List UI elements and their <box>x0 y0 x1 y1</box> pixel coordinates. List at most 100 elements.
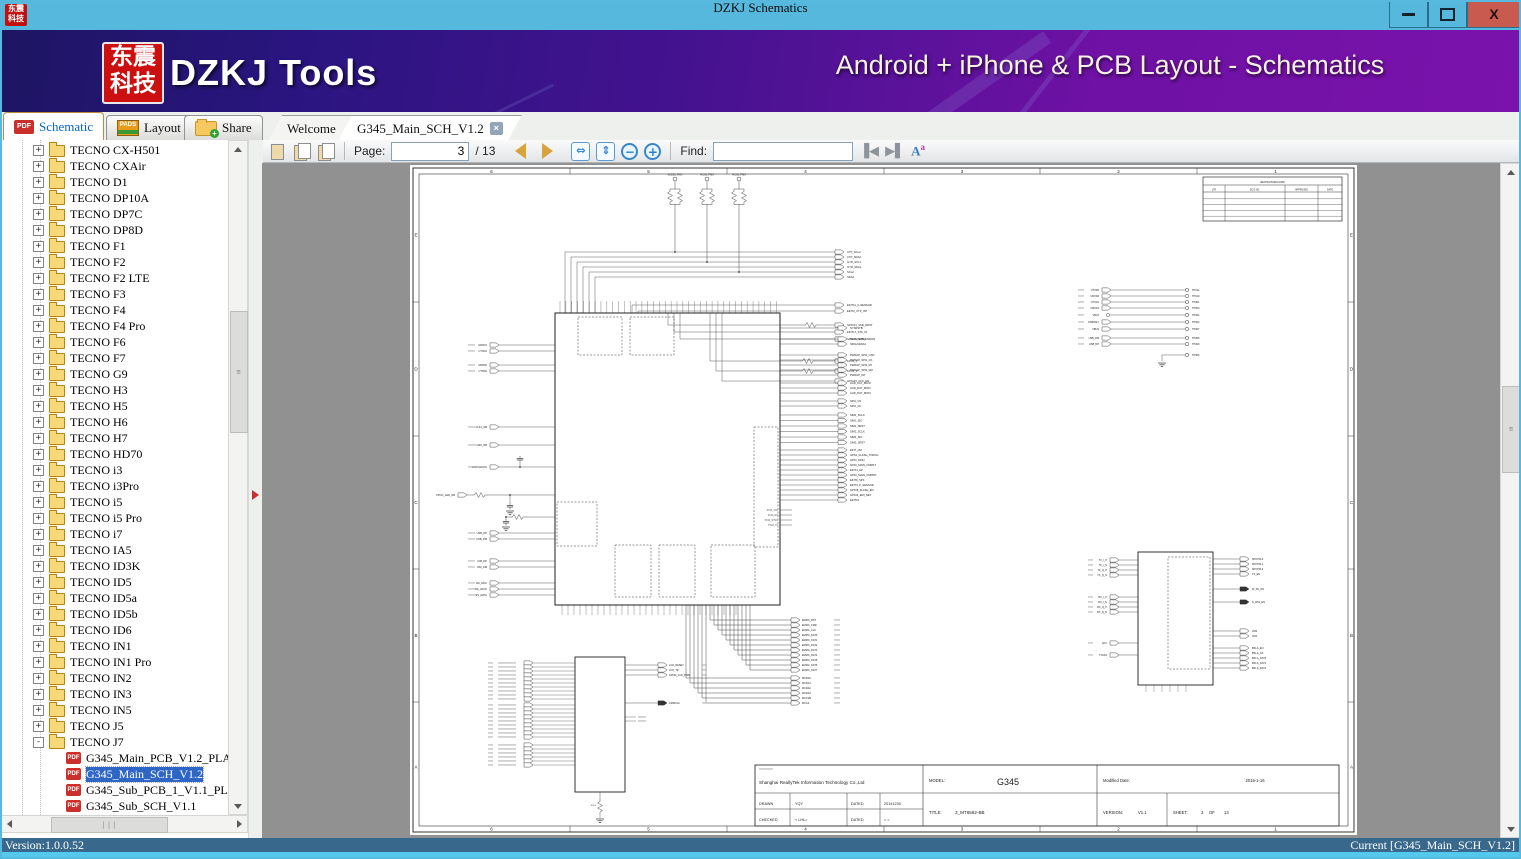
scroll-up-arrow[interactable] <box>229 141 247 157</box>
find-previous-icon[interactable]: ▐◀ <box>859 144 879 159</box>
tree-item-folder[interactable]: + TECNO DP7C <box>0 206 142 222</box>
tree-item-folder[interactable]: + TECNO F6 <box>0 334 126 350</box>
scroll-right-arrow[interactable] <box>231 816 247 832</box>
expand-icon[interactable]: + <box>33 320 44 332</box>
tree-item-folder[interactable]: + TECNO ID3K <box>0 558 140 574</box>
collapse-sidebar-icon[interactable] <box>252 490 259 500</box>
expand-icon[interactable]: + <box>33 384 44 396</box>
expand-icon[interactable]: + <box>33 256 44 268</box>
tree-item-folder[interactable]: + TECNO H7 <box>0 430 128 446</box>
tree-item-folder[interactable]: + TECNO F4 Pro <box>0 318 145 334</box>
tab-layout[interactable]: PADS Layout <box>106 115 192 140</box>
expand-icon[interactable]: + <box>33 224 44 236</box>
expand-icon[interactable]: + <box>33 496 44 508</box>
tree-item-folder[interactable]: + TECNO ID5b <box>0 606 138 622</box>
scrollbar-thumb[interactable]: ≡ <box>230 311 248 433</box>
scroll-down-arrow[interactable] <box>229 798 247 814</box>
expand-icon[interactable]: + <box>33 656 44 668</box>
expand-icon[interactable]: + <box>33 336 44 348</box>
expand-icon[interactable]: + <box>33 672 44 684</box>
copy-page-icon[interactable] <box>269 143 287 160</box>
page-number-input[interactable] <box>391 141 470 161</box>
close-button[interactable]: X <box>1467 0 1521 28</box>
scrollbar-thumb[interactable]: ||| <box>51 817 168 833</box>
tree-item-folder[interactable]: + TECNO i5 Pro <box>0 510 142 526</box>
find-input[interactable] <box>713 141 854 161</box>
tree-item-folder[interactable]: + TECNO IN1 Pro <box>0 654 151 670</box>
scroll-down-arrow[interactable] <box>1501 821 1520 837</box>
expand-icon[interactable]: + <box>33 144 44 156</box>
tree-item-folder[interactable]: + TECNO IN5 <box>0 702 132 718</box>
schematic-viewer[interactable]: 6 6 5 5 4 4 3 3 2 2 1 1 E E D D C C B B A A REVISION RECORD LTR… <box>262 163 1521 838</box>
expand-icon[interactable]: + <box>33 624 44 636</box>
tree-item-file[interactable]: PDF G345_Sub_SCH_V1.1 <box>0 798 196 814</box>
tree-item-folder[interactable]: + TECNO i7 <box>0 526 122 542</box>
expand-icon[interactable]: + <box>33 304 44 316</box>
expand-icon[interactable]: + <box>33 448 44 460</box>
expand-icon[interactable]: + <box>33 432 44 444</box>
expand-icon[interactable]: + <box>33 544 44 556</box>
tree-item-folder[interactable]: + TECNO D1 <box>0 174 128 190</box>
expand-icon[interactable]: + <box>33 704 44 716</box>
tree-item-folder[interactable]: + TECNO IN1 <box>0 638 132 654</box>
expand-icon[interactable]: + <box>33 640 44 652</box>
expand-icon[interactable]: + <box>33 560 44 572</box>
tree-item-file[interactable]: PDF G345_Main_PCB_V1.2_PLACEM <box>0 750 228 766</box>
fit-page-button[interactable]: ⇕ <box>596 141 616 161</box>
expand-icon[interactable]: + <box>33 368 44 380</box>
zoom-in-button[interactable]: + <box>644 142 662 160</box>
tree-item-folder[interactable]: + TECNO F4 <box>0 302 126 318</box>
fit-width-button[interactable]: ⇔ <box>571 141 591 161</box>
collapse-icon[interactable]: - <box>33 736 44 748</box>
tree-item-folder[interactable]: + TECNO i5 <box>0 494 122 510</box>
tree-item-folder[interactable]: + TECNO H3 <box>0 382 128 398</box>
close-doc-tab-button[interactable]: × <box>490 122 503 135</box>
tree-horizontal-scrollbar[interactable]: ||| <box>0 815 248 833</box>
tree-item-folder[interactable]: + TECNO F2 <box>0 254 126 270</box>
tree-item-folder[interactable]: + TECNO H6 <box>0 414 128 430</box>
expand-icon[interactable]: + <box>33 480 44 492</box>
find-next-icon[interactable]: ▶▌ <box>885 144 905 159</box>
rotate-left-icon[interactable] <box>293 142 311 161</box>
tree-item-folder[interactable]: + TECNO i3Pro <box>0 478 139 494</box>
expand-icon[interactable]: + <box>33 160 44 172</box>
expand-icon[interactable]: + <box>33 528 44 540</box>
expand-icon[interactable]: + <box>33 608 44 620</box>
expand-icon[interactable]: + <box>33 192 44 204</box>
tree-item-folder[interactable]: + TECNO DP10A <box>0 190 149 206</box>
doc-tab-current[interactable]: G345_Main_SCH_V1.2 × <box>338 115 522 141</box>
scroll-left-arrow[interactable] <box>1 816 17 832</box>
tab-share[interactable]: + Share <box>184 115 263 140</box>
tree-item-folder[interactable]: + TECNO IN2 <box>0 670 132 686</box>
tree-item-folder[interactable]: + TECNO G9 <box>0 366 128 382</box>
tree-item-folder[interactable]: + TECNO CX-H501 <box>0 142 160 158</box>
tree-item-file[interactable]: PDF G345_Sub_PCB_1_V1.1_PLACE <box>0 782 228 798</box>
tree-item-folder[interactable]: + TECNO F1 <box>0 238 126 254</box>
expand-icon[interactable]: + <box>33 208 44 220</box>
next-page-button[interactable] <box>542 143 554 159</box>
tree-item-folder[interactable]: + TECNO IA5 <box>0 542 132 558</box>
tree-item-folder[interactable]: + TECNO HD70 <box>0 446 142 462</box>
expand-icon[interactable]: + <box>33 352 44 364</box>
tree-item-folder[interactable]: + TECNO H5 <box>0 398 128 414</box>
expand-icon[interactable]: + <box>33 400 44 412</box>
tree-item-folder[interactable]: + TECNO i3 <box>0 462 122 478</box>
tree-vertical-scrollbar[interactable]: ≡ <box>228 140 248 815</box>
tree-item-folder[interactable]: + TECNO F7 <box>0 350 126 366</box>
expand-icon[interactable]: + <box>33 592 44 604</box>
sidebar-splitter[interactable] <box>248 140 263 838</box>
expand-icon[interactable]: + <box>33 416 44 428</box>
expand-icon[interactable]: + <box>33 288 44 300</box>
rotate-right-icon[interactable] <box>317 142 335 161</box>
tree-item-folder[interactable]: + TECNO ID6 <box>0 622 132 638</box>
maximize-button[interactable] <box>1428 0 1467 28</box>
expand-icon[interactable]: + <box>33 576 44 588</box>
tab-schematic[interactable]: PDF Schematic <box>3 112 105 142</box>
tree-item-folder[interactable]: + TECNO DP8D <box>0 222 143 238</box>
tree-item-file[interactable]: PDF G345_Main_SCH_V1.2 <box>0 765 205 783</box>
tree-item-folder[interactable]: + TECNO F3 <box>0 286 126 302</box>
tree-item-folder[interactable]: + TECNO F2 LTE <box>0 270 150 286</box>
viewer-vertical-scrollbar[interactable]: ≡ <box>1500 163 1521 838</box>
expand-icon[interactable]: + <box>33 688 44 700</box>
expand-icon[interactable]: + <box>33 512 44 524</box>
